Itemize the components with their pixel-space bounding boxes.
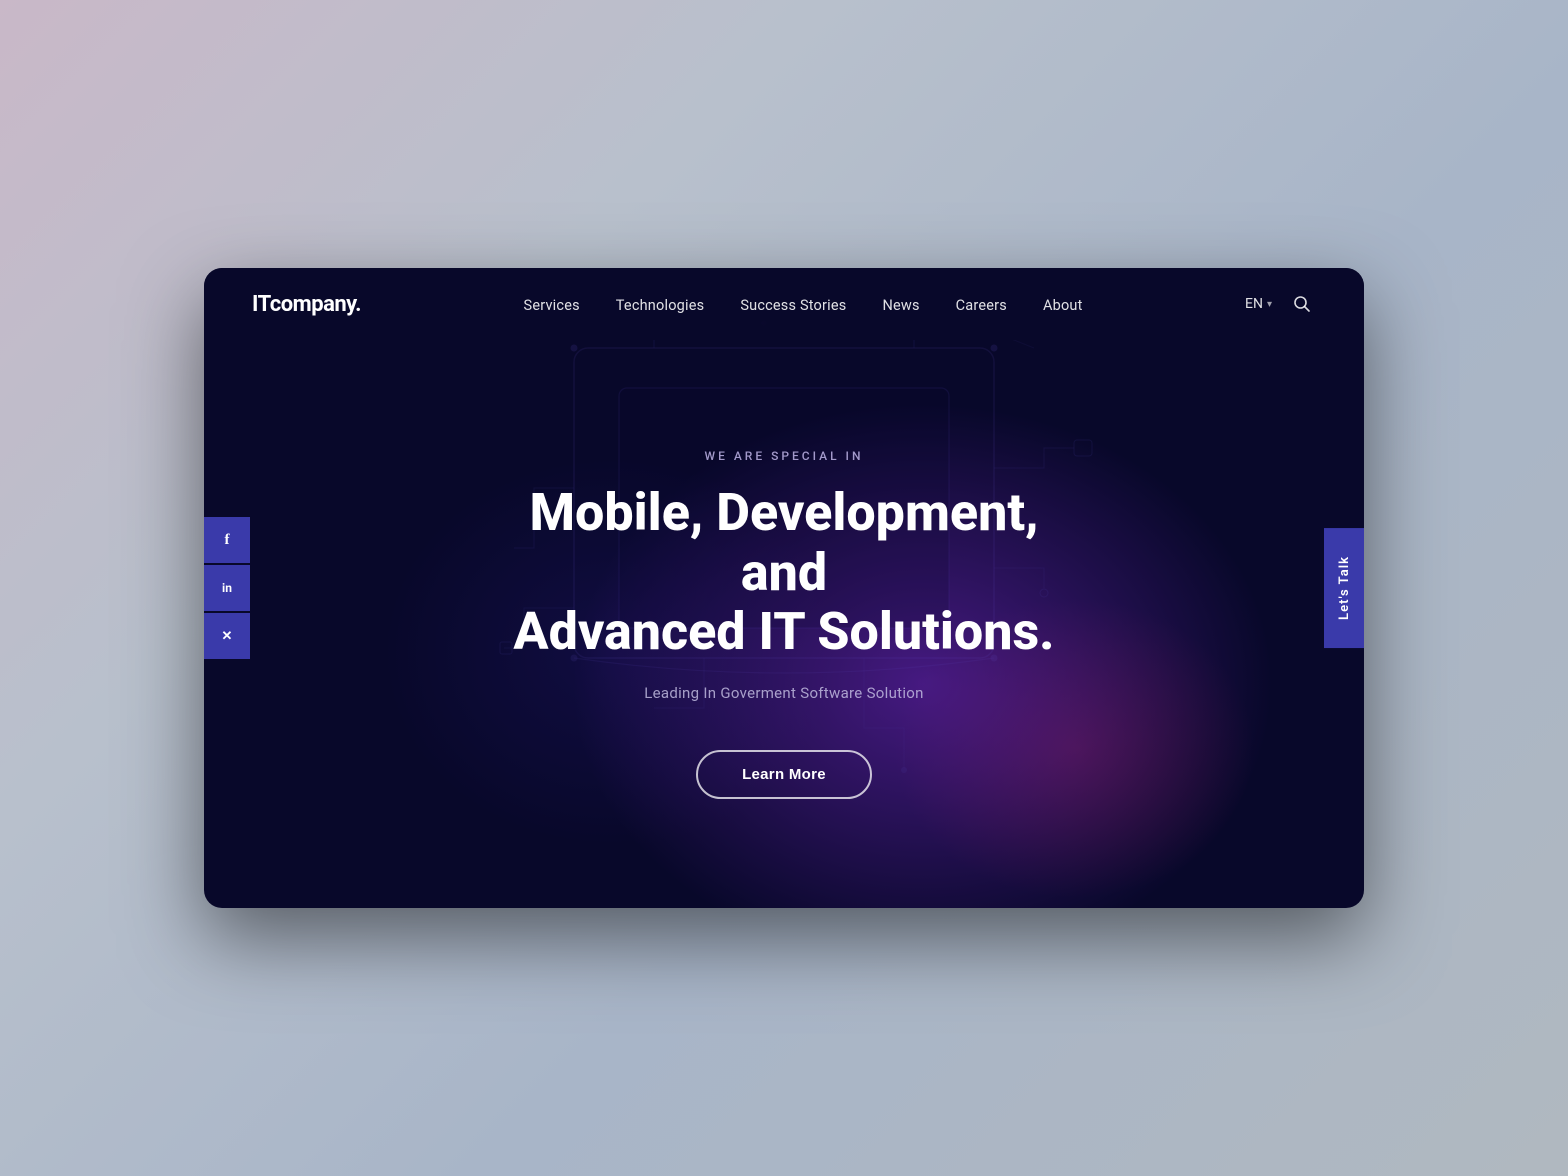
social-sidebar: f in ✕	[204, 517, 250, 659]
nav-item-services[interactable]: Services	[524, 295, 580, 314]
lets-talk-label: Let's Talk	[1337, 556, 1352, 620]
language-selector[interactable]: EN ▾	[1245, 296, 1272, 312]
search-button[interactable]	[1288, 290, 1316, 318]
hero-title: Mobile, Development, and Advanced IT Sol…	[484, 483, 1084, 662]
nav-item-success-stories[interactable]: Success Stories	[740, 295, 846, 314]
nav-item-careers[interactable]: Careers	[956, 295, 1007, 314]
hero-content: WE ARE SPECIAL IN Mobile, Development, a…	[484, 449, 1084, 799]
linkedin-button[interactable]: in	[204, 565, 250, 611]
logo[interactable]: ITcompany.	[252, 292, 361, 317]
nav-item-about[interactable]: About	[1043, 295, 1083, 314]
hero-subtitle: Leading In Goverment Software Solution	[484, 684, 1084, 702]
nav-links: Services Technologies Success Stories Ne…	[524, 295, 1083, 314]
hero-eyebrow: WE ARE SPECIAL IN	[484, 449, 1084, 463]
chevron-down-icon: ▾	[1267, 299, 1272, 310]
linkedin-icon: in	[222, 581, 232, 595]
lets-talk-button[interactable]: Let's Talk	[1324, 528, 1364, 648]
nav-right: EN ▾	[1245, 290, 1316, 318]
search-icon	[1293, 295, 1311, 313]
browser-window: ITcompany. Services Technologies Success…	[204, 268, 1364, 908]
nav-item-news[interactable]: News	[882, 295, 919, 314]
facebook-button[interactable]: f	[204, 517, 250, 563]
learn-more-button[interactable]: Learn More	[696, 750, 872, 799]
hero-section: WE ARE SPECIAL IN Mobile, Development, a…	[204, 340, 1364, 908]
twitter-button[interactable]: ✕	[204, 613, 250, 659]
twitter-icon: ✕	[222, 629, 233, 644]
navbar: ITcompany. Services Technologies Success…	[204, 268, 1364, 340]
nav-item-technologies[interactable]: Technologies	[616, 295, 705, 314]
facebook-icon: f	[225, 532, 230, 549]
